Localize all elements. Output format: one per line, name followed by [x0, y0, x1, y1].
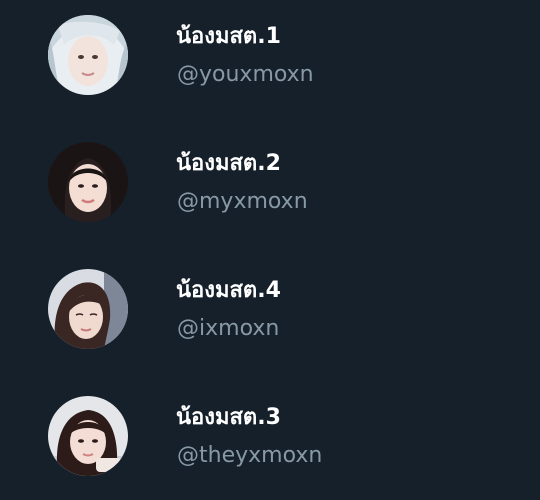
- user-handle[interactable]: @myxmoxn: [177, 191, 308, 213]
- avatar[interactable]: [48, 269, 128, 349]
- user-row[interactable]: น้องมสต.3 @theyxmoxn: [0, 381, 540, 491]
- display-name[interactable]: น้องมสต.1: [176, 26, 281, 48]
- user-row[interactable]: น้องมสต.1 @youxmoxn: [0, 0, 540, 110]
- user-list: น้องมสต.1 @youxmoxn น้องมสต.2 @myxmoxn น…: [0, 0, 540, 500]
- avatar[interactable]: [48, 15, 128, 95]
- user-handle[interactable]: @theyxmoxn: [177, 445, 322, 467]
- user-row[interactable]: น้องมสต.4 @ixmoxn: [0, 254, 540, 364]
- user-row[interactable]: น้องมสต.2 @myxmoxn: [0, 127, 540, 237]
- avatar[interactable]: [48, 142, 128, 222]
- user-handle[interactable]: @youxmoxn: [177, 64, 314, 86]
- avatar[interactable]: [48, 396, 128, 476]
- user-handle[interactable]: @ixmoxn: [177, 318, 279, 340]
- display-name[interactable]: น้องมสต.3: [176, 407, 281, 429]
- display-name[interactable]: น้องมสต.4: [176, 280, 281, 302]
- display-name[interactable]: น้องมสต.2: [176, 153, 281, 175]
